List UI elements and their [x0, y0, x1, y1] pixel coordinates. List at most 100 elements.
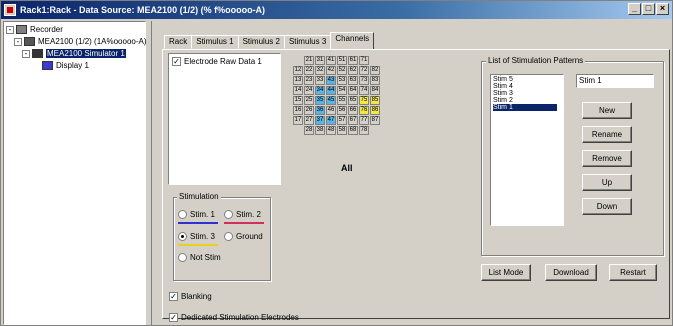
electrode-36[interactable]: 36	[315, 106, 325, 115]
electrode-83[interactable]: 83	[370, 76, 380, 85]
ground-radio[interactable]: Ground	[224, 232, 263, 241]
electrode-45[interactable]: 45	[326, 96, 336, 105]
electrode-51[interactable]: 51	[337, 56, 347, 65]
not-stim-radio[interactable]: Not Stim	[178, 253, 221, 262]
electrode-62[interactable]: 62	[348, 66, 358, 75]
blanking-checkbox[interactable]: ✓ Blanking	[169, 292, 212, 301]
electrode-87[interactable]: 87	[370, 116, 380, 125]
stim-3-radio[interactable]: Stim. 3	[178, 232, 215, 241]
electrode-22[interactable]: 22	[304, 66, 314, 75]
electrode-72[interactable]: 72	[359, 66, 369, 75]
download-button[interactable]: Download	[545, 264, 597, 281]
pattern-name-input[interactable]: Stim 1	[576, 74, 654, 88]
electrode-71[interactable]: 71	[359, 56, 369, 65]
electrode-67[interactable]: 67	[348, 116, 358, 125]
electrode-74[interactable]: 74	[359, 86, 369, 95]
new-button[interactable]: New	[582, 102, 632, 119]
list-mode-button[interactable]: List Mode	[481, 264, 531, 281]
electrode-33[interactable]: 33	[315, 76, 325, 85]
tree-item-mea2100[interactable]: - MEA2100 (1/2) (1A%ooooo-A)	[14, 37, 147, 46]
all-button[interactable]: All	[341, 163, 353, 173]
tab-stimulus-1[interactable]: Stimulus 1	[191, 35, 239, 49]
electrode-21[interactable]: 21	[304, 56, 314, 65]
electrode-73[interactable]: 73	[359, 76, 369, 85]
electrode-38[interactable]: 38	[315, 126, 325, 135]
electrode-48[interactable]: 48	[326, 126, 336, 135]
checkbox-icon[interactable]: ✓	[169, 292, 178, 301]
electrode-54[interactable]: 54	[337, 86, 347, 95]
dedicated-electrodes-checkbox[interactable]: ✓ Dedicated Stimulation Electrodes	[169, 313, 299, 322]
list-item[interactable]: Stim 2	[493, 97, 513, 104]
tab-stimulus-2[interactable]: Stimulus 2	[237, 35, 285, 49]
electrode-64[interactable]: 64	[348, 86, 358, 95]
electrode-55[interactable]: 55	[337, 96, 347, 105]
rename-button[interactable]: Rename	[582, 126, 632, 143]
stim-2-radio[interactable]: Stim. 2	[224, 210, 261, 219]
restart-button[interactable]: Restart	[609, 264, 657, 281]
electrode-52[interactable]: 52	[337, 66, 347, 75]
electrode-68[interactable]: 68	[348, 126, 358, 135]
list-item[interactable]: Stim 4	[493, 83, 513, 90]
radio-icon[interactable]	[178, 210, 187, 219]
stim-1-radio[interactable]: Stim. 1	[178, 210, 215, 219]
list-item-selected[interactable]: Stim 1	[493, 104, 557, 111]
down-button[interactable]: Down	[582, 198, 632, 215]
collapse-icon[interactable]: -	[6, 25, 14, 34]
radio-icon[interactable]	[178, 232, 187, 241]
checkbox-icon[interactable]: ✓	[172, 57, 181, 66]
electrode-35[interactable]: 35	[315, 96, 325, 105]
maximize-button[interactable]: □	[642, 3, 655, 15]
close-button[interactable]: ×	[656, 3, 669, 15]
radio-icon[interactable]	[224, 232, 233, 241]
electrode-37[interactable]: 37	[315, 116, 325, 125]
tab-channels[interactable]: Channels	[330, 32, 375, 49]
list-item[interactable]: Stim 5	[493, 76, 513, 83]
electrode-43[interactable]: 43	[326, 76, 336, 85]
electrode-75[interactable]: 75	[359, 96, 369, 105]
tree-item-simulator[interactable]: - MEA2100 Simulator 1	[22, 49, 126, 58]
electrode-85[interactable]: 85	[370, 96, 380, 105]
electrode-32[interactable]: 32	[315, 66, 325, 75]
radio-icon[interactable]	[178, 253, 187, 262]
electrode-28[interactable]: 28	[304, 126, 314, 135]
electrode-82[interactable]: 82	[370, 66, 380, 75]
electrode-58[interactable]: 58	[337, 126, 347, 135]
tree-item-display[interactable]: Display 1	[42, 61, 89, 70]
electrode-24[interactable]: 24	[304, 86, 314, 95]
electrode-57[interactable]: 57	[337, 116, 347, 125]
electrode-list[interactable]: ✓ Electrode Raw Data 1	[168, 53, 281, 185]
electrode-31[interactable]: 31	[315, 56, 325, 65]
electrode-raw-data-item[interactable]: ✓ Electrode Raw Data 1	[172, 57, 262, 66]
electrode-23[interactable]: 23	[304, 76, 314, 85]
electrode-14[interactable]: 14	[293, 86, 303, 95]
electrode-53[interactable]: 53	[337, 76, 347, 85]
tab-rack[interactable]: Rack	[164, 35, 193, 49]
electrode-16[interactable]: 16	[293, 106, 303, 115]
electrode-34[interactable]: 34	[315, 86, 325, 95]
electrode-86[interactable]: 86	[370, 106, 380, 115]
minimize-button[interactable]: _	[628, 3, 641, 15]
patterns-list[interactable]: Stim 5 Stim 4 Stim 3 Stim 2 Stim 1	[490, 74, 564, 226]
electrode-65[interactable]: 65	[348, 96, 358, 105]
tab-stimulus-3[interactable]: Stimulus 3	[283, 35, 332, 49]
electrode-76[interactable]: 76	[359, 106, 369, 115]
radio-icon[interactable]	[224, 210, 233, 219]
electrode-42[interactable]: 42	[326, 66, 336, 75]
electrode-78[interactable]: 78	[359, 126, 369, 135]
electrode-56[interactable]: 56	[337, 106, 347, 115]
up-button[interactable]: Up	[582, 174, 632, 191]
electrode-63[interactable]: 63	[348, 76, 358, 85]
tree-item-recorder[interactable]: - Recorder	[6, 25, 63, 34]
list-item[interactable]: Stim 3	[493, 90, 513, 97]
electrode-12[interactable]: 12	[293, 66, 303, 75]
electrode-17[interactable]: 17	[293, 116, 303, 125]
electrode-77[interactable]: 77	[359, 116, 369, 125]
electrode-44[interactable]: 44	[326, 86, 336, 95]
electrode-46[interactable]: 46	[326, 106, 336, 115]
electrode-26[interactable]: 26	[304, 106, 314, 115]
electrode-13[interactable]: 13	[293, 76, 303, 85]
electrode-25[interactable]: 25	[304, 96, 314, 105]
checkbox-icon[interactable]: ✓	[169, 313, 178, 322]
electrode-41[interactable]: 41	[326, 56, 336, 65]
electrode-61[interactable]: 61	[348, 56, 358, 65]
